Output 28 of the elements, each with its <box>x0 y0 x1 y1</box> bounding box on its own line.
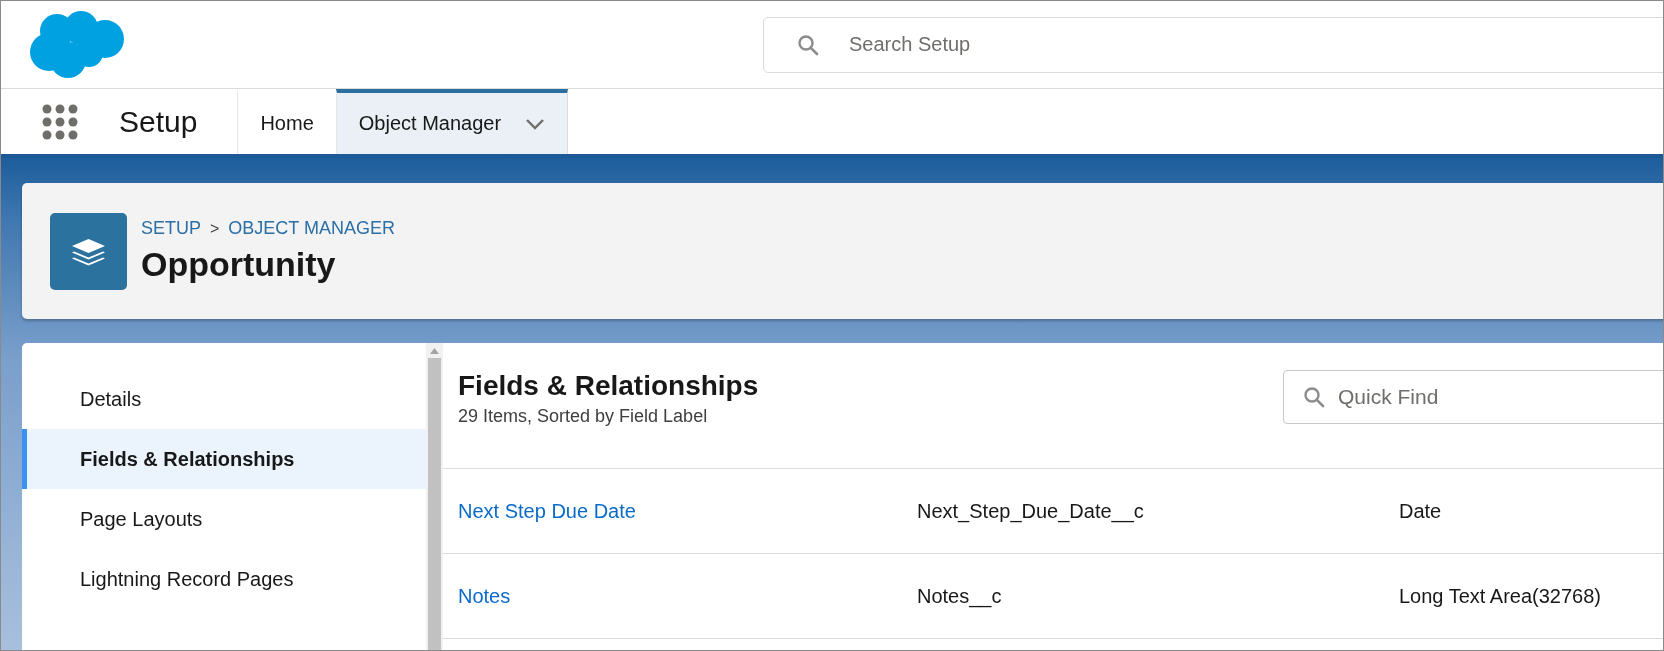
breadcrumb-link[interactable]: SETUP <box>141 218 201 239</box>
scroll-up-arrow-icon <box>430 348 439 354</box>
section-title: Fields & Relationships <box>458 370 759 402</box>
api-name-text: Next_Step_Due_Date__c <box>917 499 1144 522</box>
data-type-text: Date <box>1399 499 1442 522</box>
sidebar-item[interactable]: Fields & Relationships <box>22 429 426 489</box>
app-name: Setup <box>119 104 198 139</box>
object-title: Opportunity <box>141 245 337 284</box>
search-field[interactable]: Search Setup <box>763 16 1663 73</box>
api-name-text: Notes__c <box>917 584 1002 607</box>
data-type-text: Long Text Area(32768) <box>1399 584 1601 607</box>
scrollbar[interactable] <box>426 343 443 650</box>
search-icon <box>797 33 819 56</box>
search-icon <box>1303 386 1325 408</box>
field-label-link[interactable]: Next Step Due Date <box>458 499 636 522</box>
sidebar-item[interactable]: Page Layouts <box>22 489 426 549</box>
nav-tab[interactable]: Object Manager <box>335 89 569 154</box>
scrollbar-thumb[interactable] <box>428 358 441 650</box>
app-launcher-icon[interactable] <box>42 103 78 140</box>
quick-find-field[interactable]: Quick Find <box>1283 370 1663 424</box>
breadcrumb-link[interactable]: OBJECT MANAGER <box>228 218 396 239</box>
layers-icon <box>50 212 127 290</box>
field-label-link[interactable]: Notes <box>458 584 511 607</box>
sidebar-item[interactable]: Details <box>22 369 426 429</box>
nav-tab[interactable]: Home <box>237 89 336 154</box>
breadcrumb-separator: > <box>210 220 220 238</box>
sidebar-item[interactable]: Lightning Record Pages <box>22 549 426 609</box>
item-count-text: 29 Items, Sorted by Field Label <box>458 406 709 427</box>
